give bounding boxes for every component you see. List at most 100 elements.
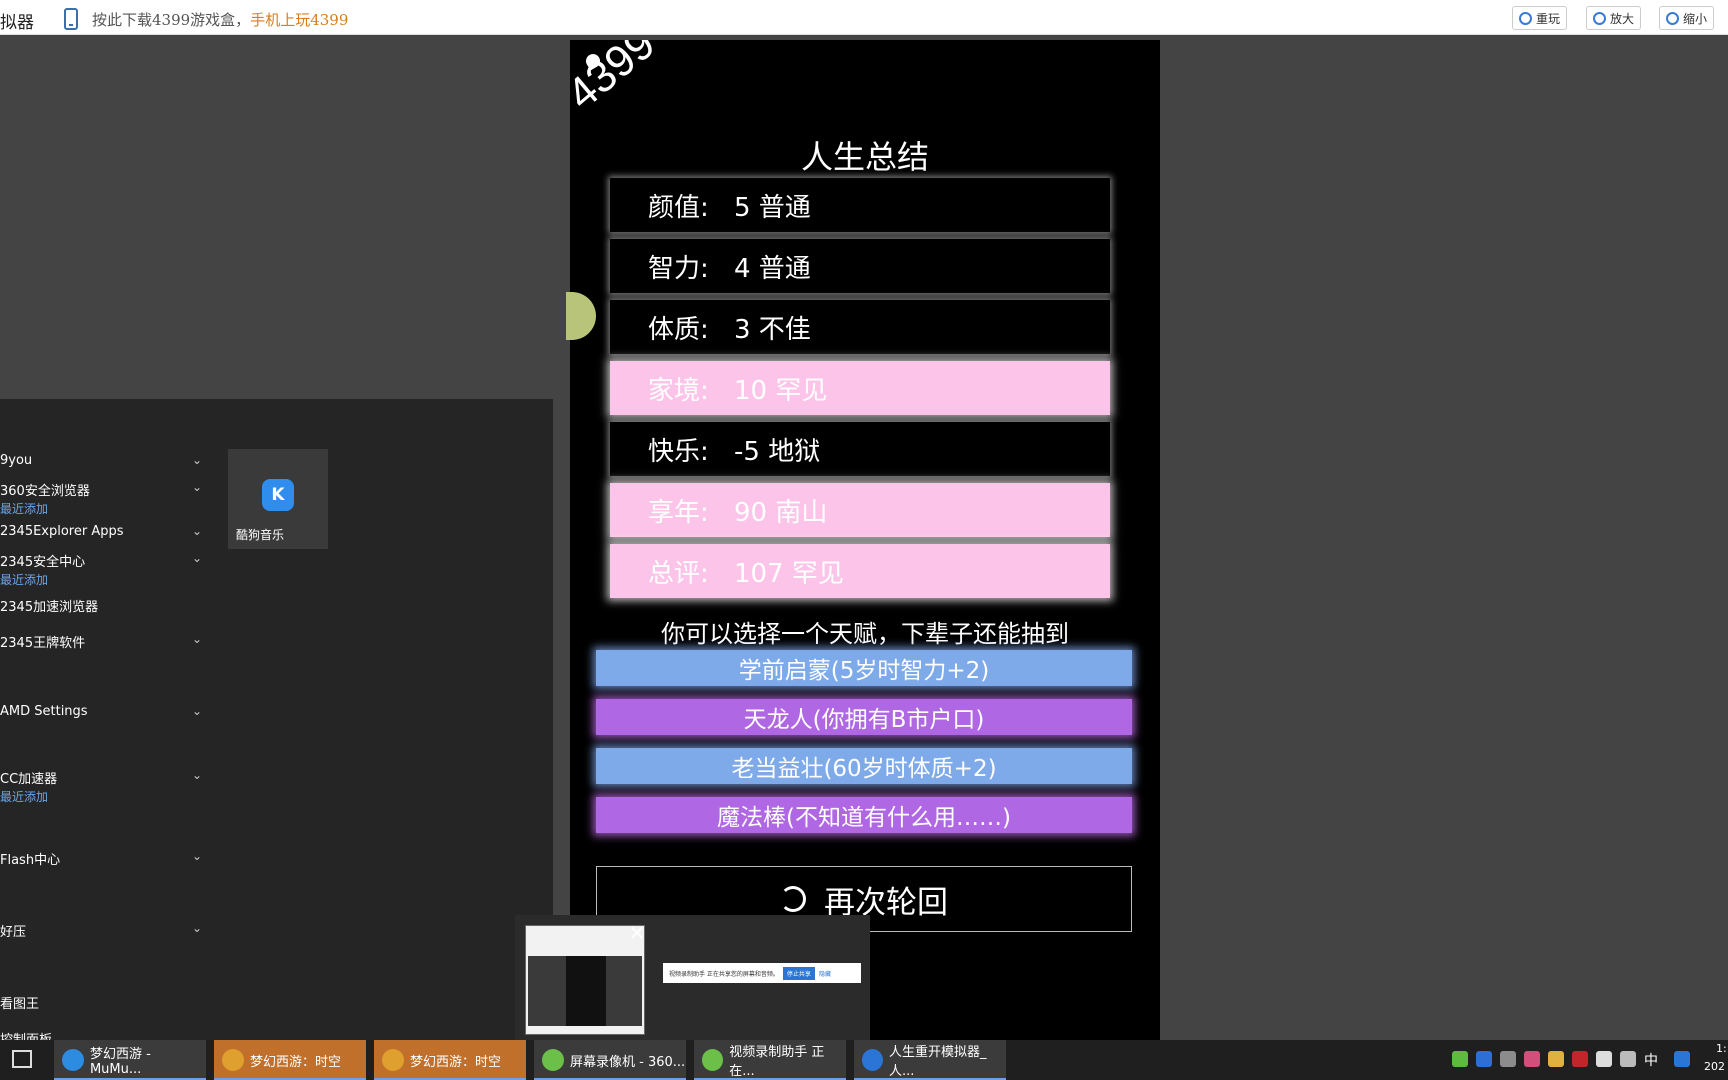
- taskbar-label: 视频录制助手 正在...: [729, 1045, 825, 1079]
- start-menu-item[interactable]: 好压 ⌄: [0, 921, 210, 940]
- stat-value: 4 普通: [734, 253, 811, 284]
- start-menu: 9you ⌄ 360安全浏览器 最近添加 ⌄ 2345Explorer Apps ⌄ 2345…: [0, 399, 553, 1048]
- zoom-in-button[interactable]: 放大: [1586, 6, 1642, 30]
- zoom-out-icon: [1666, 11, 1679, 25]
- taskbar-button[interactable]: 视频录制助手 正在...: [694, 1040, 846, 1080]
- kugou-icon: K: [262, 479, 294, 511]
- kugou-label: 酷狗音乐: [236, 528, 285, 542]
- menu-item-label: CC加速器: [0, 772, 58, 787]
- stat-value: 3 不佳: [734, 314, 811, 345]
- tray-app-icon-2[interactable]: [1524, 1051, 1540, 1067]
- zoom-out-button[interactable]: 缩小: [1659, 6, 1715, 30]
- start-menu-item[interactable]: 9you ⌄: [0, 453, 210, 468]
- stat-label: 快乐:: [648, 436, 709, 467]
- start-menu-item[interactable]: 2345Explorer Apps ⌄: [0, 524, 210, 539]
- talent-option[interactable]: 天龙人(你拥有B市户口): [596, 699, 1132, 735]
- stat-label: 智力:: [648, 253, 709, 284]
- shield-icon[interactable]: [1476, 1051, 1492, 1067]
- summary-title: 人生总结: [800, 138, 929, 176]
- refresh-icon: [1519, 11, 1532, 25]
- stat-value: 10 罕见: [734, 375, 828, 406]
- phone-icon: [64, 8, 78, 30]
- start-menu-item[interactable]: 2345王牌软件 ⌄: [0, 632, 210, 651]
- promo-highlight: 手机上玩4399: [250, 11, 349, 29]
- stat-label: 家境:: [648, 375, 709, 406]
- clock-date[interactable]: 202: [1704, 1060, 1725, 1073]
- stat-value: -5 地狱: [734, 436, 821, 467]
- app-title: 拟器: [0, 13, 34, 33]
- taskbar-button[interactable]: 梦幻西游：时空: [374, 1040, 526, 1080]
- start-menu-item[interactable]: AMD Settings ⌄: [0, 704, 210, 719]
- stat-value: 5 普通: [734, 192, 811, 223]
- taskbar-label: 梦幻西游：时空: [250, 1054, 342, 1070]
- taskbar-label: 梦幻西游 - MuMu...: [89, 1047, 151, 1077]
- volume-icon[interactable]: [1620, 1051, 1636, 1067]
- taskbar-button[interactable]: 人生重开模拟器_人...: [854, 1040, 1006, 1080]
- thumbnail-game: [566, 956, 606, 1026]
- app-icon: [62, 1049, 84, 1071]
- stat-row: 享年: 90 南山: [610, 483, 1110, 537]
- chevron-down-icon[interactable]: ⌄: [192, 453, 202, 467]
- chevron-down-icon[interactable]: ⌄: [192, 768, 202, 782]
- reload-button[interactable]: 重玩: [1512, 6, 1568, 30]
- close-icon[interactable]: ✕: [625, 921, 649, 945]
- taskbar-label: 人生重开模拟器_人...: [888, 1045, 987, 1079]
- taskbar-button[interactable]: 屏幕录像机 - 360...: [534, 1040, 686, 1080]
- menu-item-label: 2345Explorer Apps: [0, 524, 124, 539]
- menu-item-label: 2345王牌软件: [0, 636, 86, 651]
- start-menu-item[interactable]: 2345加速浏览器: [0, 596, 210, 615]
- taskbar-thumbnail-preview[interactable]: ✕ 视频录制助手 正在共享您的屏幕和音频。 停止共享 隐藏: [515, 915, 870, 1040]
- talent-option[interactable]: 魔法棒(不知道有什么用……): [596, 797, 1132, 833]
- kugou-music-tile[interactable]: K 酷狗音乐: [228, 449, 328, 549]
- recently-added-label: 最近添加: [0, 790, 49, 804]
- ime-icon[interactable]: [1674, 1051, 1690, 1067]
- reload-label: 重玩: [1536, 11, 1561, 26]
- app-icon: [702, 1049, 724, 1071]
- hide-button[interactable]: 隐藏: [819, 969, 831, 978]
- chevron-down-icon[interactable]: ⌄: [192, 849, 202, 863]
- 4399-logo: 4399: [570, 40, 665, 120]
- talent-prompt: 你可以选择一个天赋，下辈子还能抽到: [661, 620, 1069, 648]
- retry-icon: [780, 886, 806, 912]
- app-icon: [862, 1049, 883, 1071]
- stat-row: 快乐: -5 地狱: [610, 422, 1110, 476]
- stat-value: 90 南山: [734, 497, 828, 528]
- start-menu-item[interactable]: CC加速器最近添加 ⌄: [0, 768, 210, 805]
- chevron-down-icon[interactable]: ⌄: [192, 704, 202, 718]
- taskbar-button[interactable]: 梦幻西游 - MuMu...: [54, 1040, 206, 1080]
- start-menu-item[interactable]: 2345安全中心 最近添加 ⌄: [0, 551, 210, 588]
- talent-option[interactable]: 学前启蒙(5岁时智力+2): [596, 650, 1132, 686]
- start-menu-item[interactable]: 看图王: [0, 993, 210, 1012]
- taskbar-label: 梦幻西游：时空: [410, 1054, 502, 1070]
- clock-time[interactable]: 1:: [1716, 1042, 1727, 1055]
- menu-item-label: AMD Settings: [0, 704, 88, 719]
- taskbar-button[interactable]: 梦幻西游：时空: [214, 1040, 366, 1080]
- thumbnail-content: [528, 956, 642, 1026]
- download-game-box-link[interactable]: 按此下载4399游戏盒，手机上玩4399: [92, 9, 348, 30]
- stat-label: 享年:: [648, 497, 709, 528]
- menu-item-label: Flash中心: [0, 853, 61, 868]
- pen-icon[interactable]: [1500, 1051, 1516, 1067]
- chevron-down-icon[interactable]: ⌄: [192, 480, 202, 494]
- tray-app-icon[interactable]: [1452, 1051, 1468, 1067]
- share-text: 视频录制助手 正在共享您的屏幕和音频。: [669, 970, 779, 978]
- task-view-icon[interactable]: [12, 1050, 32, 1068]
- stat-row: 智力: 4 普通: [610, 239, 1110, 293]
- stop-share-button[interactable]: 停止共享: [782, 966, 815, 980]
- folder-icon[interactable]: [1548, 1051, 1564, 1067]
- stat-row: 体质: 3 不佳: [610, 300, 1110, 354]
- chevron-down-icon[interactable]: ⌄: [192, 921, 202, 935]
- start-menu-item[interactable]: 360安全浏览器 最近添加 ⌄: [0, 480, 210, 517]
- start-menu-item[interactable]: Flash中心 ⌄: [0, 849, 210, 868]
- menu-item-label: 好压: [0, 925, 27, 940]
- chevron-down-icon[interactable]: ⌄: [192, 551, 202, 565]
- talent-option[interactable]: 老当益壮(60岁时体质+2): [596, 748, 1132, 784]
- tray-app-icon-3[interactable]: [1572, 1051, 1588, 1067]
- menu-item-label: 2345加速浏览器: [0, 600, 99, 615]
- network-icon[interactable]: [1596, 1051, 1612, 1067]
- chevron-down-icon[interactable]: ⌄: [192, 524, 202, 538]
- ime-indicator[interactable]: 中: [1644, 1050, 1658, 1070]
- stat-label: 体质:: [648, 314, 709, 345]
- chevron-down-icon[interactable]: ⌄: [192, 632, 202, 646]
- menu-item-label: 2345安全中心: [0, 555, 86, 570]
